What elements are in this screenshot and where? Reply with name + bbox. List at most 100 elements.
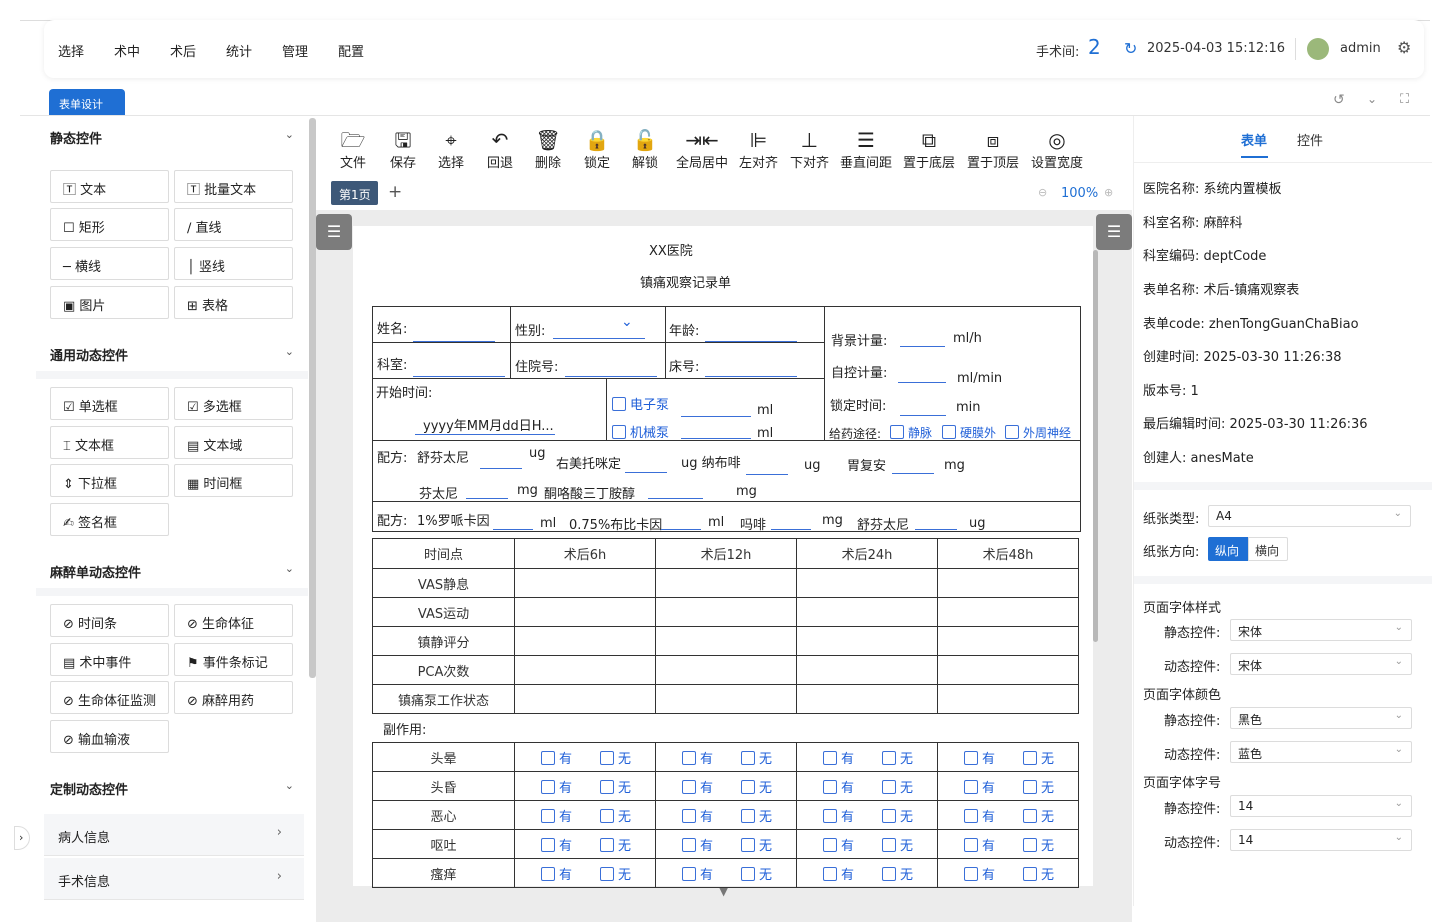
checkbox-yes[interactable]: 有 — [823, 750, 854, 767]
select-static-font[interactable]: 宋体 ⌄ — [1230, 619, 1412, 641]
cell-input[interactable] — [655, 568, 797, 598]
checkbox-no[interactable]: 无 — [1023, 779, 1054, 796]
checkbox-no[interactable]: 无 — [741, 808, 772, 825]
toolbar-bring-front[interactable]: ⧈ 置于顶层 — [967, 128, 1019, 171]
cell-input[interactable] — [514, 568, 656, 598]
checkbox-no[interactable]: 无 — [1023, 866, 1054, 883]
checkbox-yes[interactable]: 有 — [823, 779, 854, 796]
orientation-landscape[interactable]: 横向 — [1248, 537, 1288, 561]
checkbox-no[interactable]: 无 — [600, 808, 631, 825]
fullscreen-icon[interactable]: ⛶ — [1400, 92, 1409, 107]
widget-rect[interactable]: ☐ 矩形 — [50, 208, 169, 241]
select-dynamic-size[interactable]: 14 ⌄ — [1230, 829, 1412, 851]
widget-text[interactable]: 🅃 文本 — [50, 170, 169, 203]
widget-vline[interactable]: │ 竖线 — [174, 247, 293, 280]
input-bed[interactable] — [705, 376, 797, 377]
checkbox-no[interactable]: 无 — [600, 837, 631, 854]
cell-input[interactable] — [796, 655, 938, 685]
avatar[interactable] — [1307, 38, 1329, 60]
cell-input[interactable] — [655, 626, 797, 656]
select-paper-type[interactable]: A4 ⌄ — [1208, 505, 1411, 527]
input-mechanical-ml[interactable] — [681, 438, 751, 439]
nav-item-select[interactable]: 选择 — [58, 41, 84, 60]
checkbox-yes[interactable]: 有 — [682, 779, 713, 796]
checkbox-yes[interactable]: 有 — [541, 779, 572, 796]
input-dexmedetomidine[interactable] — [625, 472, 667, 473]
orientation-portrait[interactable]: 纵向 — [1208, 537, 1248, 561]
nav-item-config[interactable]: 配置 — [338, 41, 364, 60]
input-fentanyl[interactable] — [466, 498, 508, 499]
select-gender[interactable] — [553, 338, 645, 339]
input-age[interactable] — [705, 341, 797, 342]
widget-vitals[interactable]: ⊘ 生命体征 — [174, 604, 293, 637]
checkbox-yes[interactable]: 有 — [541, 866, 572, 883]
checkbox-yes[interactable]: 有 — [823, 866, 854, 883]
checkbox-no[interactable]: 无 — [882, 750, 913, 767]
checkbox-route-nerve[interactable]: 外周神经 — [1005, 424, 1071, 441]
accordion-surgery-info[interactable]: 手术信息 › — [44, 858, 304, 900]
widget-intraop-event[interactable]: ▤ 术中事件 — [50, 643, 169, 676]
input-sufentanil[interactable] — [480, 468, 522, 469]
checkbox-no[interactable]: 无 — [741, 837, 772, 854]
widget-anes-drug[interactable]: ⊘ 麻醉用药 — [174, 681, 293, 714]
checkbox-yes[interactable]: 有 — [682, 866, 713, 883]
toolbar-align-left[interactable]: ⊫ 左对齐 — [739, 128, 778, 171]
zoom-in-icon[interactable]: ⊕ — [1104, 186, 1113, 199]
input-lock-time[interactable] — [900, 415, 946, 416]
widget-textbox[interactable]: ⌶ 文本框 — [50, 426, 169, 459]
chevron-down-icon[interactable]: ⌄ — [285, 562, 294, 575]
nav-item-stats[interactable]: 统计 — [226, 41, 252, 60]
checkbox-no[interactable]: 无 — [1023, 750, 1054, 767]
input-sufentanil-2[interactable] — [915, 529, 957, 530]
checkbox-yes[interactable]: 有 — [964, 750, 995, 767]
form-title[interactable]: 镇痛观察记录单 — [640, 272, 731, 291]
accordion-patient-info[interactable]: 病人信息 › — [44, 814, 304, 856]
nav-item-manage[interactable]: 管理 — [282, 41, 308, 60]
widget-timebox[interactable]: ▦ 时间框 — [174, 464, 293, 497]
widget-line[interactable]: ∕ 直线 — [174, 208, 293, 241]
checkbox-yes[interactable]: 有 — [682, 750, 713, 767]
toolbar-align-bottom[interactable]: ⊥ 下对齐 — [790, 128, 829, 171]
section-anesthesia[interactable]: 麻醉单动态控件 — [50, 562, 141, 581]
checkbox-no[interactable]: 无 — [741, 750, 772, 767]
nav-item-intraop[interactable]: 术中 — [114, 41, 140, 60]
cell-input[interactable] — [514, 626, 656, 656]
cell-input[interactable] — [796, 568, 938, 598]
canvas-scrollbar[interactable] — [1093, 250, 1098, 642]
toolbar-save[interactable]: 🖫 保存 — [390, 128, 416, 171]
cell-input[interactable] — [937, 597, 1079, 627]
toolbar-center[interactable]: ⇥⇤ 全局居中 — [676, 128, 728, 171]
tab-form[interactable]: 表单 — [1241, 130, 1267, 149]
widget-timebar[interactable]: ⊘ 时间条 — [50, 604, 169, 637]
page-tab-1[interactable]: 第1页 — [331, 181, 378, 205]
cell-input[interactable] — [655, 655, 797, 685]
cell-input[interactable] — [937, 568, 1079, 598]
widget-event-marker[interactable]: ⚑ 事件条标记 — [174, 643, 293, 676]
checkbox-yes[interactable]: 有 — [823, 808, 854, 825]
toolbar-send-back[interactable]: ⧉ 置于底层 — [903, 128, 955, 171]
input-self-dose[interactable] — [898, 382, 946, 383]
widget-dropdown[interactable]: ⇕ 下拉框 — [50, 464, 169, 497]
toolbar-file[interactable]: 🗁 文件 — [340, 128, 366, 171]
select-dynamic-color[interactable]: 蓝色 ⌄ — [1230, 741, 1412, 763]
input-bg-dose[interactable] — [900, 346, 945, 347]
toolbar-set-width[interactable]: ◎ 设置宽度 — [1031, 128, 1083, 171]
cell-input[interactable] — [655, 684, 797, 714]
widget-vitals-monitor[interactable]: ⊘ 生命体征监测 — [50, 681, 169, 714]
checkbox-no[interactable]: 无 — [882, 837, 913, 854]
checkbox-route-epidural[interactable]: 硬膜外 — [942, 424, 996, 441]
widget-signature[interactable]: ✍ 签名框 — [50, 503, 169, 536]
toolbar-lock[interactable]: 🔒 锁定 — [584, 128, 610, 171]
input-inpatient[interactable] — [565, 376, 657, 377]
tab-controls[interactable]: 控件 — [1297, 130, 1323, 149]
checkbox-no[interactable]: 无 — [882, 866, 913, 883]
chevron-down-icon[interactable]: ⌄ — [285, 779, 294, 792]
input-ropivacaine[interactable] — [493, 529, 533, 530]
input-dept[interactable] — [413, 376, 505, 377]
select-dynamic-font[interactable]: 宋体 ⌄ — [1230, 653, 1412, 675]
toolbar-unlock[interactable]: 🔓 解锁 — [632, 128, 658, 171]
checkbox-no[interactable]: 无 — [741, 779, 772, 796]
add-page-button[interactable]: + — [388, 182, 402, 202]
cell-input[interactable] — [655, 597, 797, 627]
toolbar-undo[interactable]: ↶ 回退 — [487, 128, 513, 171]
